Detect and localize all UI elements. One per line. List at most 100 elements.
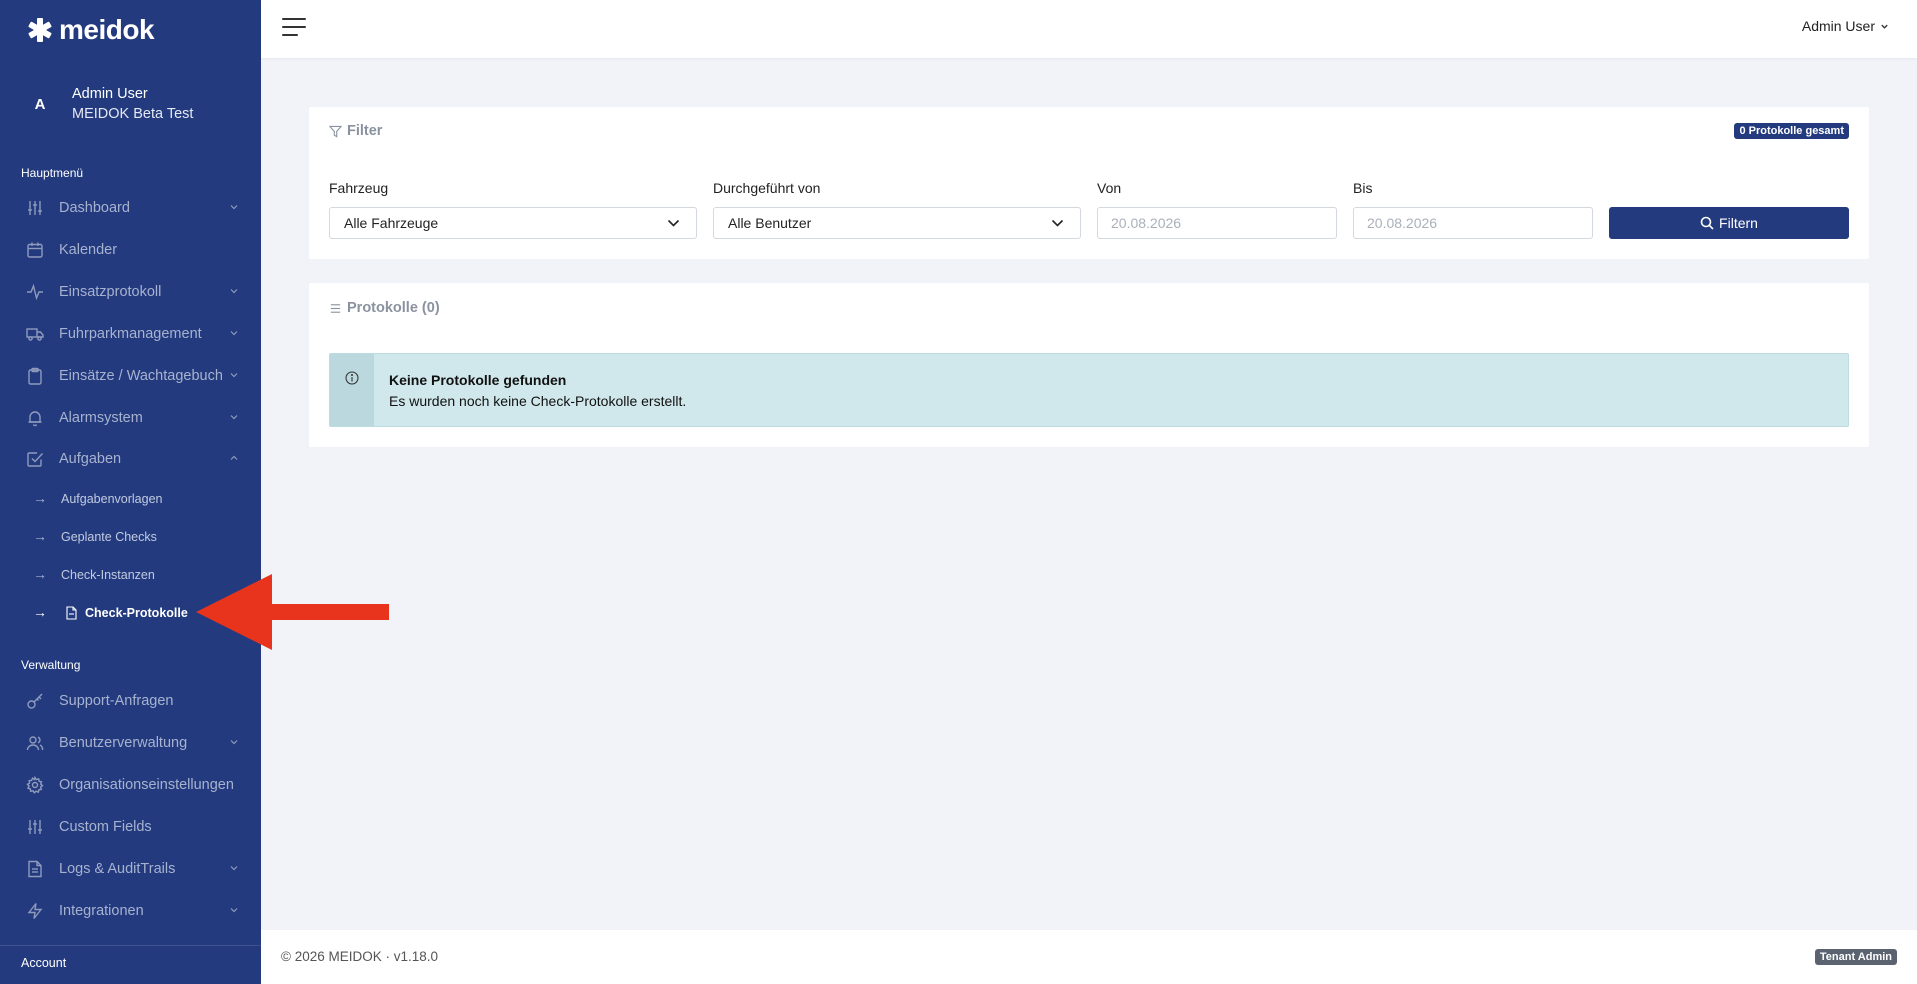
sidebar-subitem-aufgabenvorlagen[interactable]: → Aufgabenvorlagen: [0, 484, 261, 514]
empty-state-alert: Keine Protokolle gefunden Es wurden noch…: [329, 353, 1849, 427]
star-of-life-icon: [27, 17, 53, 43]
protocols-card-title: Protokolle (0): [329, 300, 440, 316]
filter-card: Filter 0 Protokolle gesamt Fahrzeug Alle…: [309, 107, 1869, 259]
truck-icon: [26, 325, 44, 343]
list-icon: [330, 303, 341, 313]
sidebar-subitem-label: Check-Protokolle: [85, 606, 188, 620]
sidebar-item-support-anfragen[interactable]: Support-Anfragen: [0, 683, 261, 719]
from-date-input[interactable]: 20.08.2026: [1097, 207, 1337, 239]
sidebar-subitem-label: Check-Instanzen: [61, 568, 155, 582]
to-date-input[interactable]: 20.08.2026: [1353, 207, 1593, 239]
sidebar-item-label: Custom Fields: [59, 819, 152, 835]
sidebar: meidok A Admin User MEIDOK Beta Test Hau…: [0, 0, 261, 984]
filter-title-text: Filter: [347, 123, 383, 139]
protocols-title-text: Protokolle (0): [347, 300, 440, 316]
sidebar-item-fuhrparkmanagement[interactable]: Fuhrparkmanagement: [0, 316, 261, 352]
empty-state-text: Es wurden noch keine Check-Protokolle er…: [389, 393, 687, 409]
avatar: A: [20, 84, 60, 124]
chevron-down-icon: [229, 905, 239, 915]
topbar: Admin User: [261, 0, 1917, 58]
sidebar-item-label: Logs & AuditTrails: [59, 861, 176, 877]
filter-button[interactable]: Filtern: [1609, 207, 1849, 239]
menu-toggle-icon[interactable]: [282, 18, 306, 38]
sidebar-item-label: Organisationseinstellungen: [59, 777, 234, 793]
chevron-down-icon: [1881, 24, 1888, 29]
bell-icon: [26, 409, 44, 427]
app-logo[interactable]: meidok: [27, 14, 155, 45]
sidebar-item-benutzerverwaltung[interactable]: Benutzerverwaltung: [0, 725, 261, 761]
sidebar-divider: [0, 945, 261, 946]
sliders-icon: [26, 818, 44, 836]
chevron-down-icon: [229, 202, 239, 212]
performed-by-label: Durchgeführt von: [713, 180, 821, 196]
sidebar-item-label: Kalender: [59, 242, 118, 258]
sliders-icon: [26, 199, 44, 217]
file-icon: [65, 606, 77, 620]
footer-copyright: © 2026 MEIDOK · v1.18.0: [281, 949, 439, 964]
users-icon: [26, 734, 44, 752]
file-text-icon: [26, 860, 44, 878]
footer: © 2026 MEIDOK · v1.18.0 Tenant Admin: [261, 930, 1917, 984]
arrow-right-icon: →: [33, 604, 47, 620]
clipboard-icon: [26, 367, 44, 385]
user-menu[interactable]: Admin User: [1802, 18, 1889, 34]
from-date-label: Von: [1097, 180, 1122, 196]
protocol-count-badge: 0 Protokolle gesamt: [1734, 123, 1849, 139]
filter-button-label: Filtern: [1719, 215, 1758, 231]
sidebar-subitem-geplante-checks[interactable]: → Geplante Checks: [0, 522, 261, 552]
chevron-down-icon: [667, 219, 680, 227]
chevron-down-icon: [1051, 219, 1064, 227]
chevron-down-icon: [229, 412, 239, 422]
chevron-up-icon: [229, 453, 239, 463]
sidebar-item-label: Einsatzprotokoll: [59, 284, 162, 300]
sidebar-item-dashboard[interactable]: Dashboard: [0, 190, 261, 226]
filter-icon: [329, 125, 342, 138]
sidebar-item-custom-fields[interactable]: Custom Fields: [0, 809, 261, 845]
sidebar-item-label: Aufgaben: [59, 451, 122, 467]
protocols-card: Protokolle (0) Keine Protokolle gefunden…: [309, 283, 1869, 447]
sidebar-item-einsatzprotokoll[interactable]: Einsatzprotokoll: [0, 274, 261, 310]
section-label-main: Hauptmenü: [21, 166, 84, 180]
vehicle-select[interactable]: Alle Fahrzeuge: [329, 207, 697, 239]
sidebar-item-alarmsystem[interactable]: Alarmsystem: [0, 400, 261, 436]
sidebar-item-aufgaben[interactable]: Aufgaben: [0, 441, 261, 477]
chevron-down-icon: [229, 737, 239, 747]
chevron-down-icon: [229, 286, 239, 296]
sidebar-item-label: Dashboard: [59, 200, 130, 216]
sidebar-user-org: MEIDOK Beta Test: [72, 106, 194, 122]
zap-icon: [26, 902, 44, 920]
arrow-right-icon: →: [33, 566, 47, 582]
sidebar-user-name: Admin User: [72, 86, 148, 102]
sidebar-item-integrationen[interactable]: Integrationen: [0, 893, 261, 929]
check-square-icon: [26, 450, 44, 468]
chevron-down-icon: [229, 328, 239, 338]
sidebar-item-einsaetze-wachtagebuch[interactable]: Einsätze / Wachtagebuch: [0, 358, 261, 394]
info-icon: [345, 371, 359, 385]
account-link[interactable]: Account: [21, 956, 66, 970]
performed-by-select-value: Alle Benutzer: [728, 215, 812, 231]
calendar-icon: [26, 241, 44, 259]
activity-icon: [26, 283, 44, 301]
vehicle-label: Fahrzeug: [329, 180, 389, 196]
to-date-label: Bis: [1353, 180, 1373, 196]
sidebar-item-label: Alarmsystem: [59, 410, 143, 426]
arrow-right-icon: →: [33, 528, 47, 544]
search-icon: [1700, 216, 1714, 230]
sidebar-item-label: Support-Anfragen: [59, 693, 174, 709]
user-menu-label: Admin User: [1801, 18, 1875, 34]
sidebar-item-label: Integrationen: [59, 903, 144, 919]
gear-icon: [26, 776, 44, 794]
section-label-admin: Verwaltung: [21, 658, 81, 672]
role-badge: Tenant Admin: [1814, 949, 1897, 965]
arrow-right-icon: →: [33, 490, 47, 506]
filter-card-title: Filter: [329, 123, 382, 139]
performed-by-select[interactable]: Alle Benutzer: [713, 207, 1081, 239]
sidebar-item-logs-audittrails[interactable]: Logs & AuditTrails: [0, 851, 261, 887]
sidebar-item-organisationseinstellungen[interactable]: Organisationseinstellungen: [0, 767, 261, 803]
sidebar-item-kalender[interactable]: Kalender: [0, 232, 261, 268]
sidebar-item-label: Benutzerverwaltung: [59, 735, 188, 751]
sidebar-user[interactable]: A Admin User MEIDOK Beta Test: [20, 84, 193, 124]
sidebar-item-label: Einsätze / Wachtagebuch: [59, 368, 223, 384]
logo-text: meidok: [59, 14, 155, 45]
empty-state-title: Keine Protokolle gefunden: [389, 372, 567, 388]
